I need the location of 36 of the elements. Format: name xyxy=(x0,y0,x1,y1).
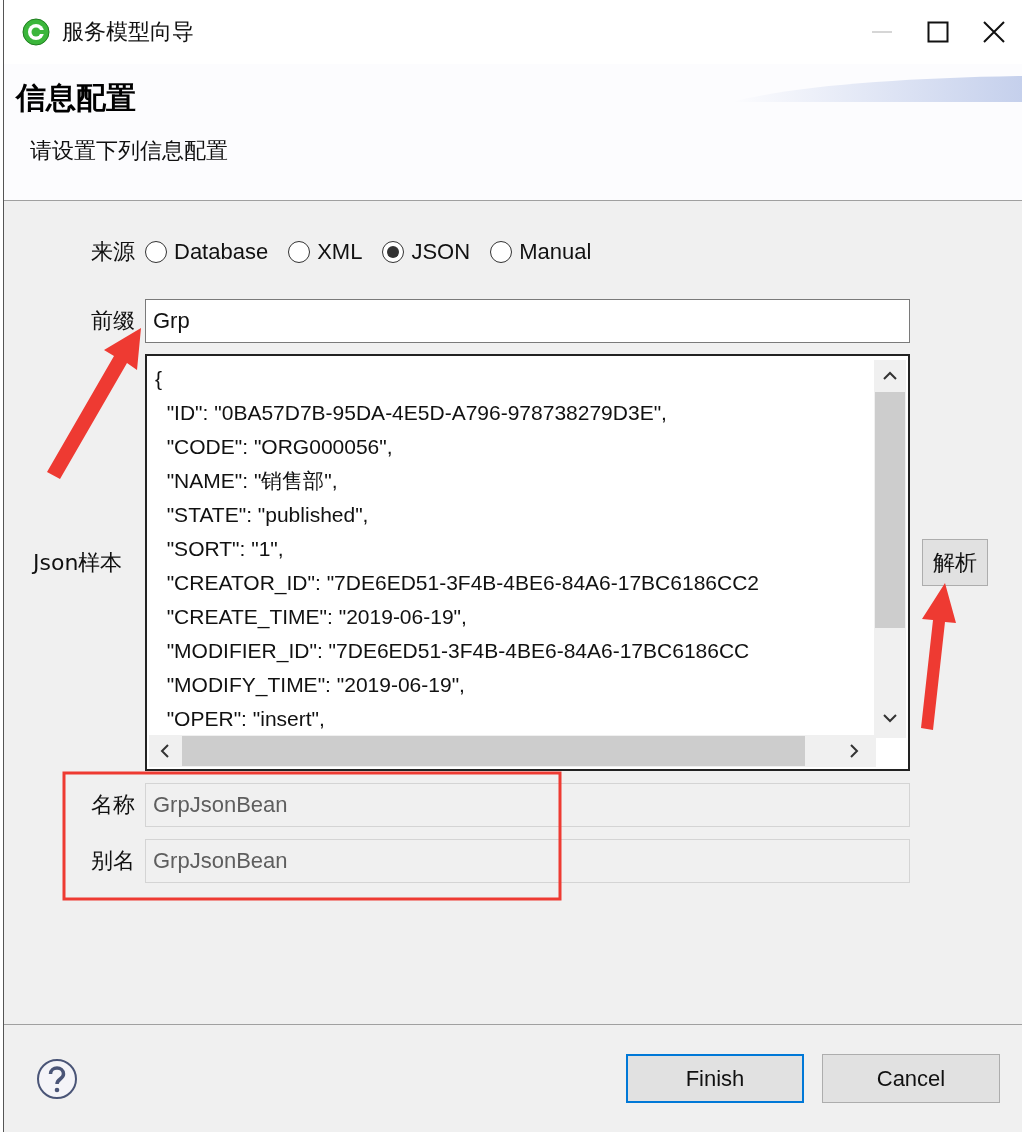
code-line: "CODE": "ORG000056", xyxy=(165,434,393,460)
page-subtitle: 请设置下列信息配置 xyxy=(30,137,228,165)
code-line: "CREATE_TIME": "2019-06-19", xyxy=(165,604,467,631)
field-label: 前缀 xyxy=(90,307,136,335)
radio-label[interactable]: Manual xyxy=(519,239,592,265)
code-line: "STATE": "published", xyxy=(165,502,369,528)
code-line: "MODIFIER_ID": "7DE6ED51-3F4B-4BE6-84A6-17BC6186CC xyxy=(165,638,750,665)
close-icon[interactable] xyxy=(983,21,1005,43)
code-line: "ID": "0BA57D7B-95DA-4E5D-A796-978738279D3E", xyxy=(165,400,667,426)
code-line: { xyxy=(155,366,162,392)
code-line: "OPER": "insert", xyxy=(165,706,325,732)
page-title: 信息配置 xyxy=(16,79,136,117)
code-line: "NAME": "销售部", xyxy=(165,468,338,494)
app-logo-icon xyxy=(22,18,50,46)
radio-button[interactable] xyxy=(145,241,167,263)
radio-button[interactable] xyxy=(382,241,405,263)
parse-button[interactable]: 解析 xyxy=(922,539,988,586)
radio-button[interactable] xyxy=(490,241,513,263)
field-label: 来源 xyxy=(90,238,136,266)
radio-label[interactable]: XML xyxy=(317,239,363,265)
maximize-icon[interactable] xyxy=(927,21,949,43)
field-label: 别名 xyxy=(90,847,136,875)
field-label: Json样本 xyxy=(31,548,124,577)
help-icon[interactable] xyxy=(36,1057,78,1100)
window-title: 服务模型向导 xyxy=(62,18,194,46)
dialog-button[interactable]: Finish xyxy=(626,1054,804,1103)
code-line: "CREATOR_ID": "7DE6ED51-3F4B-4BE6-84A6-17BC6186CC2 xyxy=(165,570,760,597)
json-text-area[interactable] xyxy=(145,354,910,771)
dialog-button[interactable]: Cancel xyxy=(822,1054,1000,1103)
code-line: "SORT": "1", xyxy=(165,536,284,562)
code-line: "MODIFY_TIME": "2019-06-19", xyxy=(165,672,465,699)
field-label: 名称 xyxy=(90,791,136,819)
radio-label[interactable]: JSON xyxy=(411,239,471,265)
radio-button[interactable] xyxy=(288,241,311,263)
radio-label[interactable]: Database xyxy=(174,239,269,265)
text-field[interactable]: Grp xyxy=(145,299,910,343)
